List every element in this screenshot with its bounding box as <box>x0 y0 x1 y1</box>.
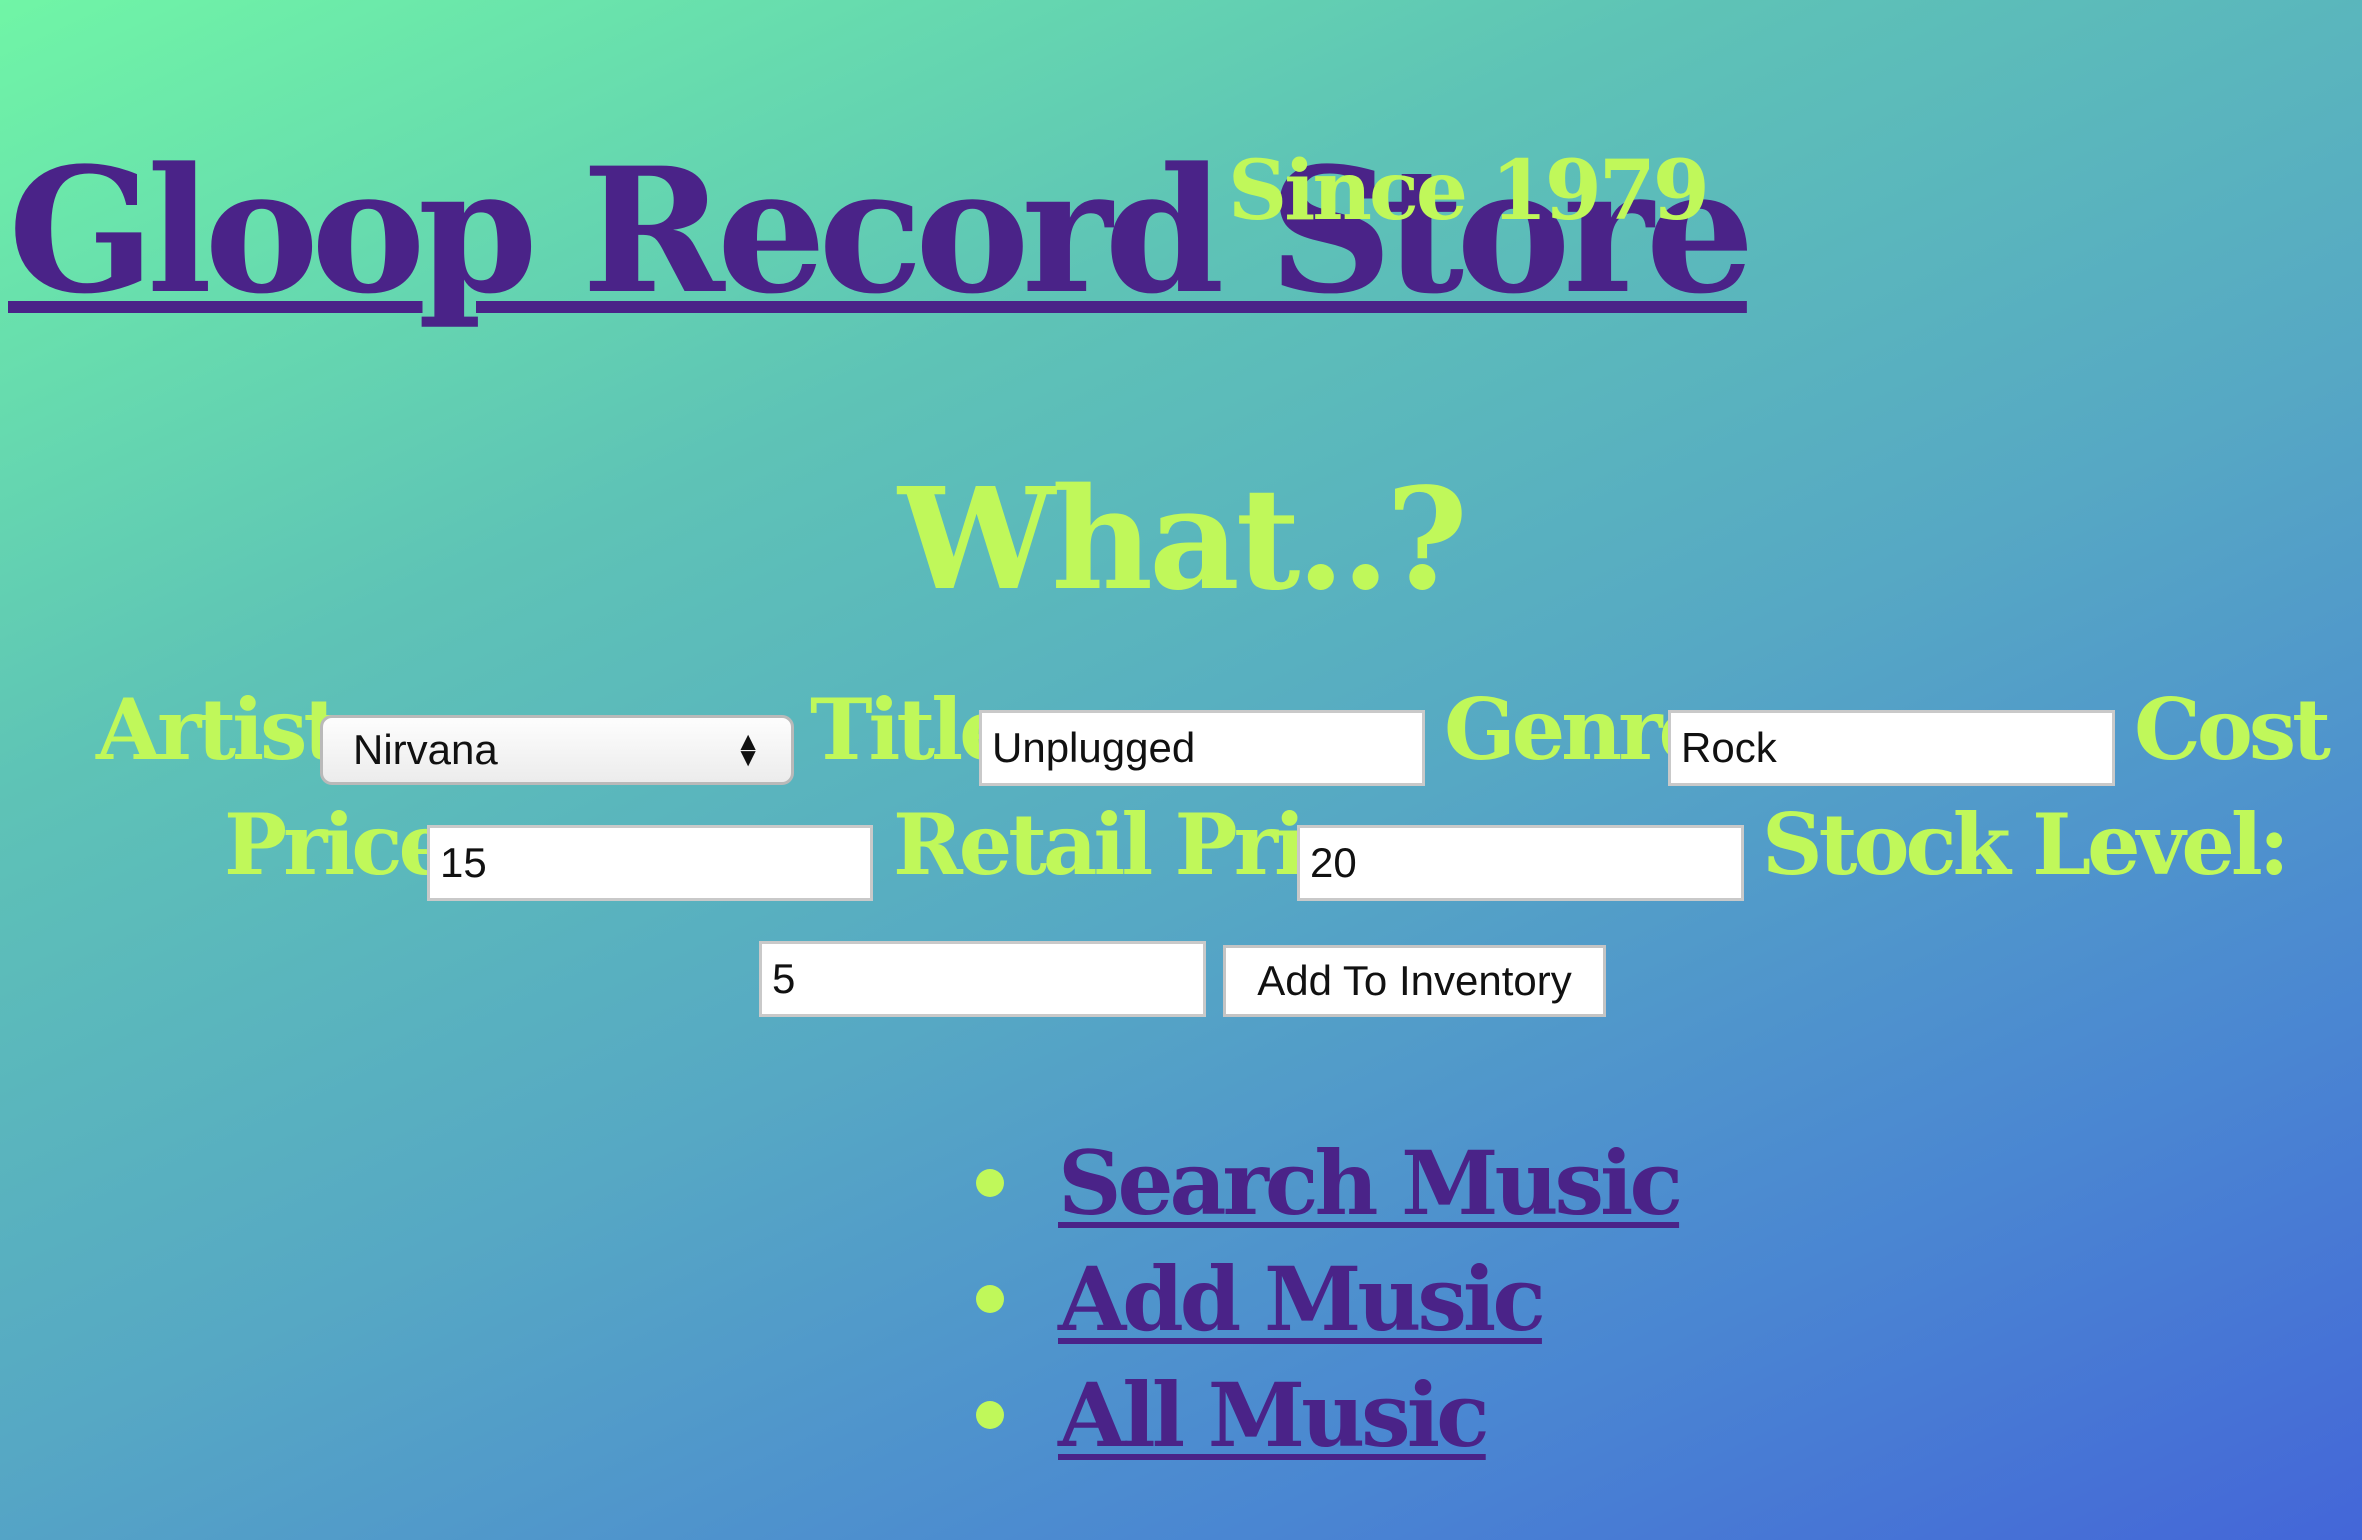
add-music-link[interactable]: Add Music <box>1058 1255 1546 1343</box>
genre-input-value: Rock <box>1681 724 1777 771</box>
retail-price-input-value: 20 <box>1310 839 1357 886</box>
nav-item-all-music: All Music <box>960 1357 1679 1473</box>
nav-list: Search Music Add Music All Music <box>960 1125 1683 1473</box>
cost-price-input[interactable]: 15 <box>427 825 873 901</box>
add-to-inventory-button[interactable]: Add To Inventory <box>1223 945 1606 1017</box>
stock-level-input-value: 5 <box>772 955 796 1002</box>
bullet-icon <box>976 1401 1004 1429</box>
genre-input[interactable]: Rock <box>1668 710 2115 786</box>
stock-level-label: Stock Level: <box>1762 795 2290 894</box>
bullet-icon <box>976 1285 1004 1313</box>
search-music-link[interactable]: Search Music <box>1058 1139 1683 1227</box>
artist-select[interactable]: Nirvana ▲ ▼ <box>320 715 794 785</box>
cost-price-input-value: 15 <box>440 839 487 886</box>
cost-price-label-line1: Cost <box>2134 680 2331 779</box>
artist-select-value: Nirvana <box>353 726 498 773</box>
add-to-inventory-label: Add To Inventory <box>1257 957 1572 1004</box>
nav-item-add-music: Add Music <box>960 1241 1679 1357</box>
all-music-link[interactable]: All Music <box>1058 1371 1490 1459</box>
select-arrows-icon: ▲ ▼ <box>735 726 761 772</box>
stock-level-input[interactable]: 5 <box>759 941 1206 1017</box>
title-input[interactable]: Unplugged <box>979 710 1425 786</box>
nav-item-search-music: Search Music <box>960 1125 1683 1241</box>
title-input-value: Unplugged <box>992 724 1196 771</box>
bullet-icon <box>976 1169 1004 1197</box>
retail-price-input[interactable]: 20 <box>1297 825 1744 901</box>
